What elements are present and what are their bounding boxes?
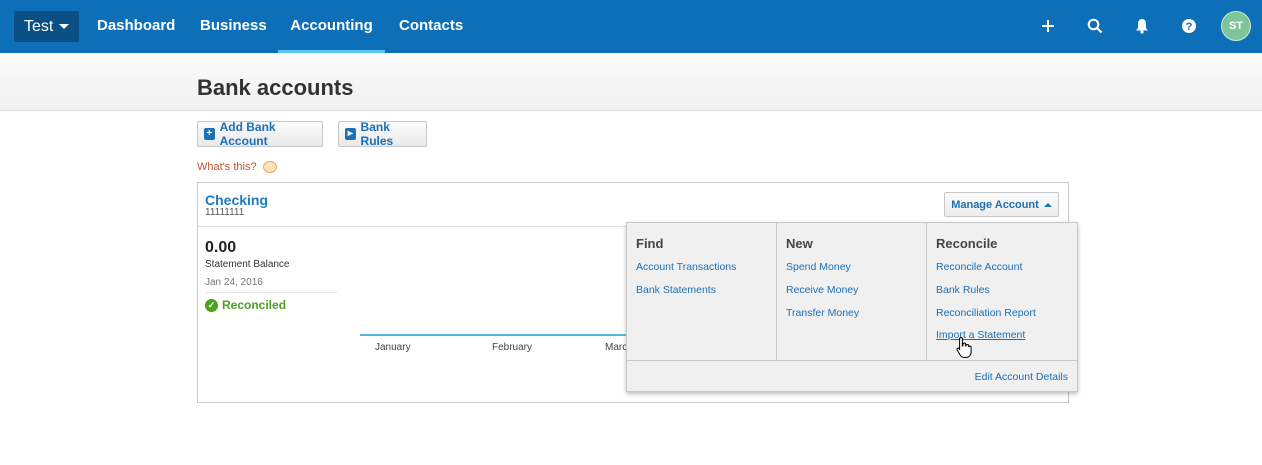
account-name[interactable]: Checking — [205, 192, 268, 208]
avatar[interactable]: ST — [1221, 11, 1251, 41]
menu-item-reconciliation-report[interactable]: Reconciliation Report — [936, 307, 1036, 319]
org-name: Test — [24, 18, 54, 35]
nav-business[interactable]: Business — [200, 0, 267, 53]
menu-column-new: New Spend Money Receive Money Transfer M… — [777, 223, 927, 360]
menu-column-reconcile: Reconcile Reconcile Account Bank Rules R… — [927, 223, 1077, 360]
nav-contacts[interactable]: Contacts — [399, 0, 463, 53]
help-icon[interactable]: ? — [1177, 14, 1201, 38]
manage-account-button[interactable]: Manage Account — [944, 192, 1059, 217]
speech-bubble-icon — [262, 161, 277, 173]
add-bank-account-label: Add Bank Account — [219, 120, 276, 148]
statement-balance-label: Statement Balance — [205, 259, 290, 270]
statement-balance: 0.00 — [205, 239, 237, 256]
reconciled-status: ✓ Reconciled — [205, 298, 286, 312]
bell-icon[interactable] — [1130, 14, 1154, 38]
menu-item-reconcile-account[interactable]: Reconcile Account — [936, 261, 1022, 273]
plus-icon[interactable] — [1036, 14, 1060, 38]
play-icon: ▸ — [345, 128, 356, 140]
whats-this-link[interactable]: What's this? — [197, 161, 277, 173]
menu-item-transfer-money[interactable]: Transfer Money — [786, 307, 859, 319]
hand-cursor-icon — [956, 336, 972, 363]
plus-icon: + — [204, 128, 215, 140]
menu-heading-find: Find — [636, 236, 664, 251]
divider — [205, 292, 337, 293]
whats-this-label: What's this? — [197, 161, 257, 173]
reconciled-label: Reconciled — [222, 298, 287, 312]
menu-item-receive-money[interactable]: Receive Money — [786, 284, 858, 296]
page-title: Bank accounts — [197, 75, 354, 100]
statement-date: Jan 24, 2016 — [205, 277, 263, 288]
account-number: 11111111 — [205, 207, 245, 218]
menu-footer: Edit Account Details — [627, 360, 1077, 391]
top-nav-bar: Test Dashboard Business Accounting Conta… — [0, 0, 1262, 53]
chevron-down-icon — [59, 24, 70, 29]
month-label: Marc — [605, 342, 628, 353]
chart-line — [360, 334, 630, 336]
bank-rules-button[interactable]: ▸ Bank Rules — [338, 120, 427, 148]
menu-column-find: Find Account Transactions Bank Statement… — [627, 223, 777, 360]
month-label: January — [375, 342, 411, 353]
manage-account-menu: Find Account Transactions Bank Statement… — [626, 222, 1078, 392]
bank-rules-label: Bank Rules — [360, 120, 394, 148]
check-circle-icon: ✓ — [205, 298, 218, 312]
nav-dashboard[interactable]: Dashboard — [97, 0, 175, 53]
menu-item-bank-statements[interactable]: Bank Statements — [636, 284, 716, 296]
account-header: Checking 11111111 Manage Account — [198, 183, 1068, 227]
month-label: February — [492, 342, 533, 353]
chevron-up-icon — [1043, 202, 1052, 207]
menu-item-account-transactions[interactable]: Account Transactions — [636, 261, 736, 273]
menu-item-import-statement[interactable]: Import a Statement — [936, 329, 1025, 341]
menu-heading-new: New — [786, 236, 813, 251]
menu-item-spend-money[interactable]: Spend Money — [786, 261, 851, 273]
menu-heading-reconcile: Reconcile — [936, 236, 998, 251]
search-icon[interactable] — [1083, 14, 1107, 38]
nav-accounting[interactable]: Accounting — [278, 0, 385, 53]
page-header: Bank accounts — [0, 53, 1262, 111]
org-switcher[interactable]: Test — [14, 11, 80, 42]
manage-account-label: Manage Account — [951, 198, 1039, 211]
edit-account-details-link[interactable]: Edit Account Details — [975, 371, 1068, 383]
menu-item-bank-rules[interactable]: Bank Rules — [936, 284, 990, 296]
add-bank-account-button[interactable]: + Add Bank Account — [197, 120, 323, 148]
svg-text:?: ? — [1186, 21, 1193, 33]
